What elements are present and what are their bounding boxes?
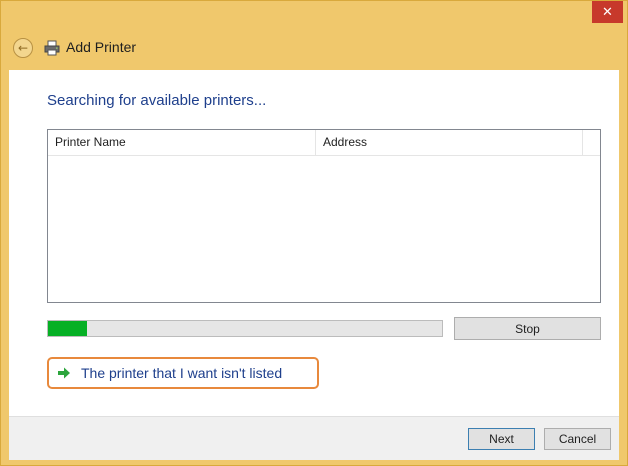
back-button[interactable]: ← [13,38,33,58]
list-header: Printer Name Address [48,130,600,156]
column-header-address[interactable]: Address [316,130,583,155]
printer-not-listed-text: The printer that I want isn't listed [81,365,283,381]
window-title: Add Printer [66,39,137,55]
printer-icon [44,40,60,56]
page-heading: Searching for available printers... [47,92,267,109]
progress-fill [48,321,88,336]
column-header-filler [583,130,600,155]
back-arrow-icon: ← [17,41,29,55]
content-area: Searching for available printers... Prin… [9,70,619,416]
green-arrow-icon [56,365,72,381]
printer-not-listed-link[interactable]: The printer that I want isn't listed [47,357,319,389]
search-progress-bar [47,320,443,337]
footer-bar: Next Cancel [9,416,619,460]
close-icon: ✕ [602,4,613,20]
cancel-button[interactable]: Cancel [544,428,611,450]
add-printer-window: ✕ ← Add Printer Searching for available … [0,0,628,466]
close-button[interactable]: ✕ [592,1,623,23]
stop-button[interactable]: Stop [454,317,601,340]
title-bar: ← Add Printer [1,29,627,69]
printer-list[interactable]: Printer Name Address [47,129,601,303]
next-button[interactable]: Next [468,428,535,450]
column-header-printer-name[interactable]: Printer Name [48,130,316,155]
